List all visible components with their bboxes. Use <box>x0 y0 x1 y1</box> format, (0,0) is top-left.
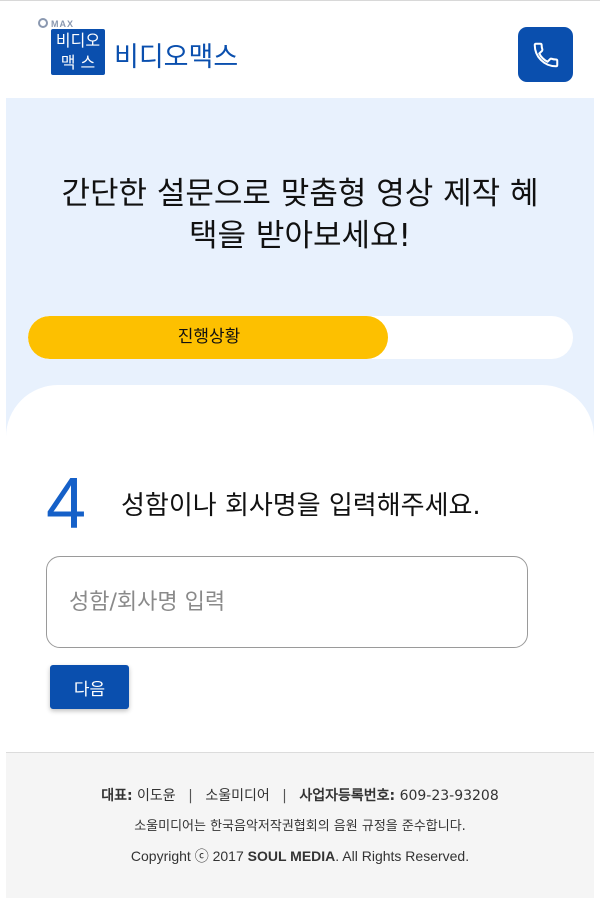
footer-biz-number: 609-23-93208 <box>399 788 499 804</box>
footer-company-name: 소울미디어 <box>205 788 270 804</box>
hero-title: 간단한 설문으로 맞춤형 영상 제작 혜택을 받아보세요! <box>61 176 539 254</box>
survey-card: 4 성함이나 회사명을 입력해주세요. 다음 <box>6 385 594 751</box>
logo-box-line1: 비디오 <box>55 31 101 50</box>
footer-separator: | <box>282 788 287 804</box>
logo-box-line2: 맥 스 <box>60 53 96 72</box>
logo-ring-icon <box>38 18 48 28</box>
page-frame: MAX 비디오 맥 스 비디오맥스 간단한 설문으로 맞춤형 영상 제작 혜택을… <box>0 0 600 901</box>
brand-name: 비디오맥스 <box>114 42 239 73</box>
logo-mark: MAX 비디오 맥 스 <box>38 18 108 83</box>
footer-separator: | <box>188 788 193 804</box>
footer-ceo-name: 이도윤 <box>137 788 176 804</box>
footer-copyright: Copyright ⓒ 2017 SOUL MEDIA. All Rights … <box>6 846 594 866</box>
name-input[interactable] <box>46 556 528 648</box>
next-button[interactable]: 다음 <box>50 665 129 709</box>
copyright-suffix: . All Rights Reserved. <box>335 848 470 864</box>
site-header: MAX 비디오 맥 스 비디오맥스 <box>0 5 600 98</box>
phone-button[interactable] <box>518 27 573 82</box>
site-footer: 대표: 이도윤 | 소울미디어 | 사업자등록번호: 609-23-93208 … <box>6 752 594 898</box>
copyright-prefix: Copyright ⓒ 2017 <box>130 848 244 864</box>
logo-max-text: MAX <box>51 19 74 29</box>
logo-box: 비디오 맥 스 <box>51 29 105 75</box>
footer-ceo-label: 대표: <box>101 788 133 804</box>
phone-icon <box>533 42 558 67</box>
question-text: 성함이나 회사명을 입력해주세요. <box>121 491 481 521</box>
footer-biz-label: 사업자등록번호: <box>299 788 396 804</box>
step-number: 4 <box>46 464 87 544</box>
footer-compliance: 소울미디어는 한국음악저작권협회의 음원 규정을 준수합니다. <box>134 819 466 834</box>
progress-label: 진행상황 <box>177 327 241 347</box>
footer-company-info: 대표: 이도윤 | 소울미디어 | 사업자등록번호: 609-23-93208 <box>6 785 594 805</box>
progress-bar: 진행상황 <box>28 316 573 359</box>
copyright-brand: SOUL MEDIA <box>247 848 336 864</box>
brand-logo[interactable]: MAX 비디오 맥 스 비디오맥스 <box>38 18 268 83</box>
